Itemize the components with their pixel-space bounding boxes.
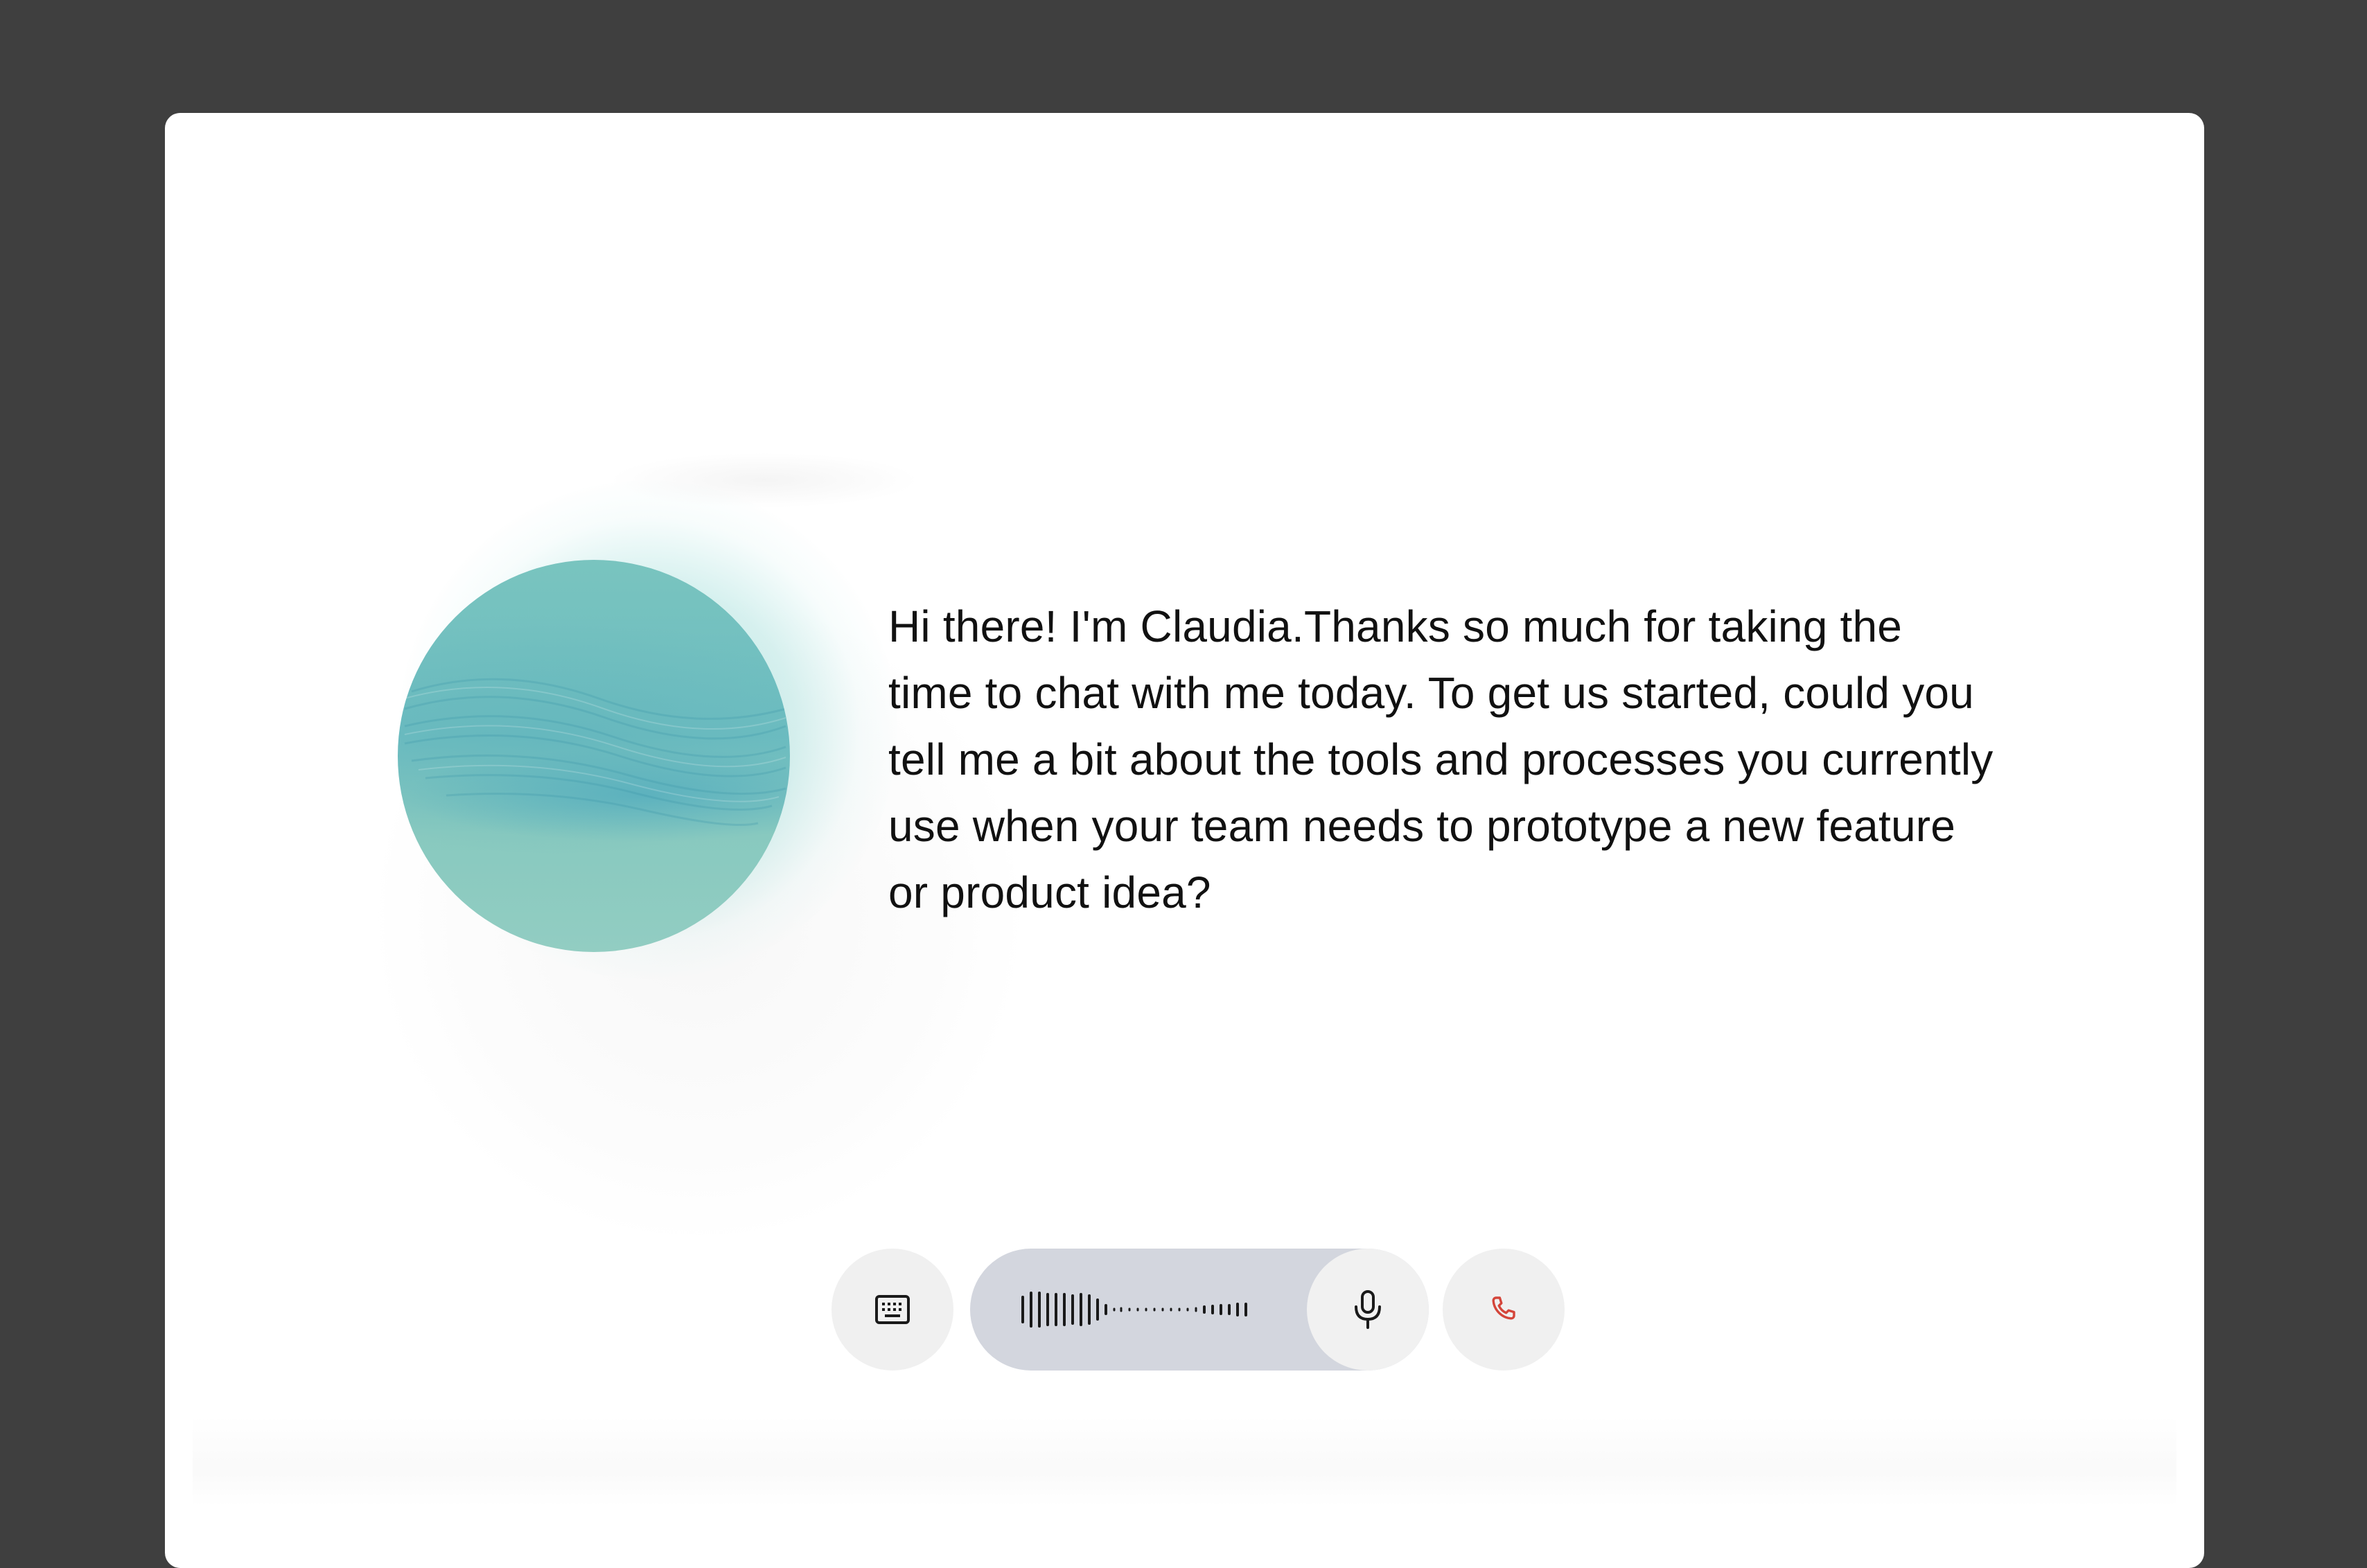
controls-backdrop: [193, 1416, 2176, 1506]
voice-chat-card: Hi there! I'm Claudia.Thanks so much for…: [165, 113, 2204, 1568]
assistant-message: Hi there! I'm Claudia.Thanks so much for…: [888, 601, 1994, 917]
keyboard-icon: [875, 1295, 910, 1324]
waveform-icon: [1021, 1292, 1247, 1328]
assistant-orb: [398, 560, 790, 952]
orb-ripple-texture: [404, 678, 786, 826]
phone-icon: [1492, 1296, 1515, 1320]
end-call-button[interactable]: [1443, 1249, 1565, 1371]
microphone-button[interactable]: [1307, 1249, 1429, 1371]
microphone-icon: [1355, 1290, 1381, 1329]
keyboard-button[interactable]: [831, 1249, 953, 1371]
voice-input-pill[interactable]: [970, 1249, 1429, 1371]
